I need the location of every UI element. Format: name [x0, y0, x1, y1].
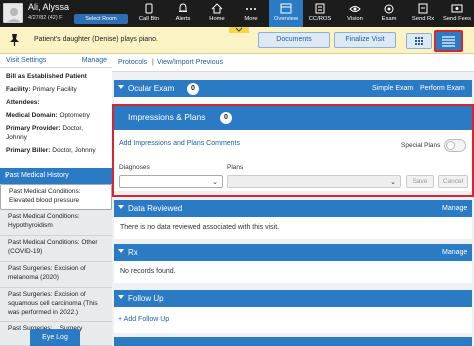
send-rx-icon [418, 3, 428, 14]
collapse-arrow-icon [118, 85, 124, 89]
follow-up-body: + Add Follow Up [114, 307, 472, 333]
vs-line: Primary Provider: Doctor, [6, 125, 83, 132]
nav-exam[interactable]: Exam [376, 0, 402, 27]
patient-note-text: Patient's daughter (Denise) plays piano. [34, 36, 158, 43]
collapse-arrow-icon [118, 295, 124, 299]
main-content: Protocols | View/Import Previous Ocular … [112, 54, 474, 346]
history-item[interactable]: Past Surgeries: Excision of melanoma (20… [0, 262, 112, 288]
follow-up-header[interactable]: Follow Up [114, 290, 472, 307]
data-reviewed-empty-text: There is no data reviewed associated wit… [120, 224, 280, 231]
exam-icon [384, 4, 394, 14]
left-sidebar: Visit Settings Manage Bill as Establishe… [0, 54, 112, 346]
nav-alerts[interactable]: Alerts [171, 0, 195, 27]
visit-settings-header: Visit Settings Manage [0, 54, 112, 68]
rx-empty-text: No records found. [120, 268, 176, 275]
list-view-button[interactable] [434, 30, 463, 52]
rx-body: No records found. [114, 261, 472, 283]
home-icon [211, 3, 223, 14]
pin-icon[interactable] [8, 33, 21, 47]
ocular-exam-count-badge: 0 [187, 83, 199, 95]
vs-line: Medical Domain: Optometry [6, 112, 90, 119]
send-fees-icon [451, 4, 463, 13]
rx-manage-link[interactable]: Manage [442, 249, 467, 256]
nav-overview[interactable]: Overview [269, 0, 303, 27]
rx-header[interactable]: Rx Manage [114, 244, 472, 261]
vs-line: Bill as Established Patient [6, 73, 87, 80]
documents-button[interactable]: Documents [258, 32, 330, 48]
nav-ccros[interactable]: CC/ROS [305, 0, 335, 27]
next-section-header [114, 337, 472, 346]
ocular-exam-header[interactable]: Ocular Exam 0 Simple Exam Perform Exam [114, 80, 472, 97]
nav-call-btn[interactable]: Call Btn [136, 0, 162, 27]
visit-settings-manage-link[interactable]: Manage [82, 57, 107, 64]
nav-vision[interactable]: Vision [342, 0, 368, 27]
chevron-right-icon: › [5, 170, 9, 181]
finalize-visit-button[interactable]: Finalize Visit [334, 32, 396, 48]
rx-title: Rx [128, 248, 138, 257]
data-reviewed-header[interactable]: Data Reviewed Manage [114, 200, 472, 217]
history-item[interactable]: Past Medical Conditions: Other (COVID-19… [0, 236, 112, 262]
eye-log-button[interactable]: Eye Log [30, 329, 80, 346]
ccros-icon [315, 3, 325, 14]
perform-exam-link[interactable]: Perform Exam [420, 85, 465, 92]
visit-settings-title: Visit Settings [6, 57, 47, 64]
impressions-highlight-outline [112, 104, 474, 197]
top-bar: Ali, Alyssa 4/27/82 (42) F Select Room C… [0, 0, 474, 27]
data-reviewed-body: There is no data reviewed associated wit… [114, 217, 472, 239]
visit-settings-body: Bill as Established Patient Facility: Pr… [0, 68, 112, 176]
protocols-separator: | [152, 59, 154, 66]
simple-exam-link[interactable]: Simple Exam [372, 85, 413, 92]
list-icon [442, 36, 455, 47]
view-import-previous-link[interactable]: View/Import Previous [157, 59, 223, 66]
grid-view-button[interactable] [406, 33, 432, 49]
data-reviewed-title: Data Reviewed [128, 204, 183, 213]
collapse-arrow-icon [118, 249, 124, 253]
protocols-link[interactable]: Protocols [118, 59, 147, 66]
vs-line: Attendees: [6, 99, 40, 106]
grid-icon [415, 37, 423, 45]
follow-up-title: Follow Up [128, 294, 164, 303]
nav-home[interactable]: Home [205, 0, 229, 27]
nav-send-rx[interactable]: Send Rx [408, 0, 438, 27]
collapse-arrow-icon [118, 205, 124, 209]
vs-line: Primary Biller: Doctor, Johnny [6, 147, 96, 154]
history-item[interactable]: Past Medical Conditions: Hypothyroidism [0, 210, 112, 236]
protocols-bar: Protocols | View/Import Previous [112, 54, 474, 72]
history-item[interactable]: Past Medical Conditions: Elevated blood … [0, 184, 112, 210]
select-room-button[interactable]: Select Room [74, 14, 128, 24]
vs-line: Facility: Primary Facility [6, 86, 77, 93]
vs-line: Johnny [6, 134, 27, 141]
bell-icon [179, 3, 187, 12]
nav-send-fees[interactable]: Send Fees [441, 0, 473, 27]
overview-icon [280, 3, 292, 14]
patient-info: 4/27/82 (42) F [28, 15, 63, 21]
add-follow-up-link[interactable]: + Add Follow Up [118, 316, 169, 323]
phone-icon [145, 3, 153, 14]
patient-name[interactable]: Ali, Alyssa [28, 2, 69, 12]
patient-avatar[interactable] [3, 3, 23, 23]
nav-more[interactable]: More [239, 0, 263, 27]
collapse-chevron-icon[interactable] [229, 27, 249, 33]
data-reviewed-manage-link[interactable]: Manage [442, 205, 467, 212]
more-icon [246, 8, 256, 10]
ocular-exam-title: Ocular Exam [128, 84, 175, 93]
vision-icon [349, 6, 361, 12]
past-medical-history-header[interactable]: Past Medical History › [0, 168, 112, 184]
history-item[interactable]: Past Surgeries: Excision of squamous cel… [0, 288, 112, 322]
